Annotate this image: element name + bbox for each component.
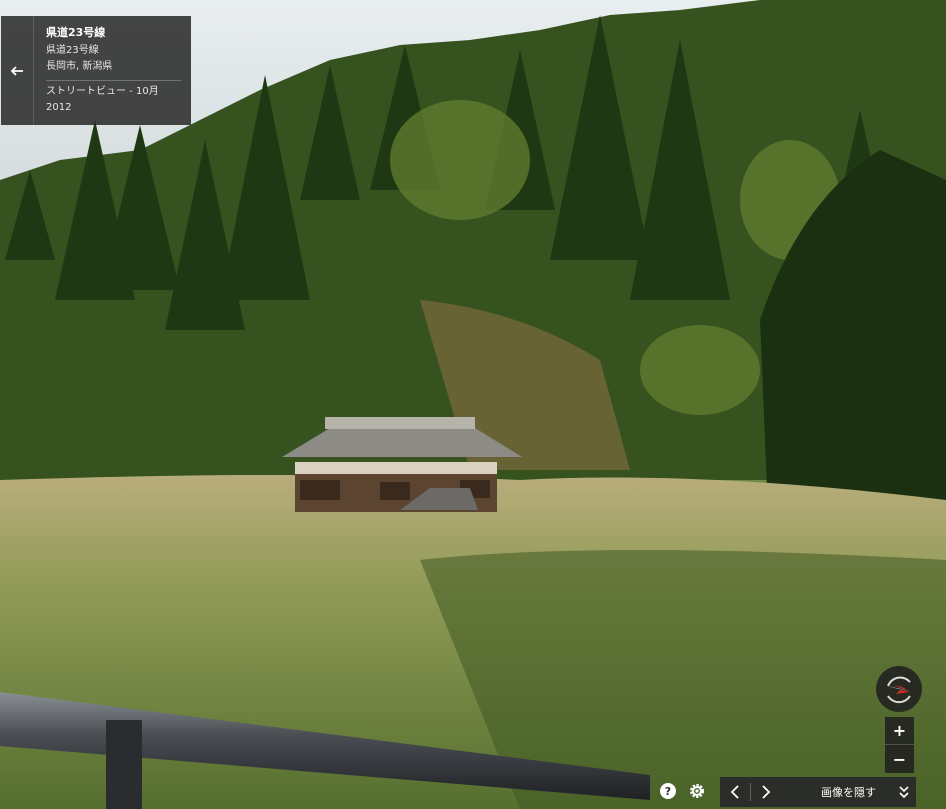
zoom-out-button[interactable]: −	[885, 745, 914, 773]
zoom-control: + −	[885, 717, 914, 773]
zoom-in-button[interactable]: +	[885, 717, 914, 745]
chevron-right-icon	[762, 785, 771, 799]
street-view-viewport[interactable]: 県道23号線 県道23号線 長岡市, 新潟県 ストリートビュー - 10月 20…	[0, 0, 946, 809]
back-arrow-icon	[10, 65, 23, 76]
back-button[interactable]	[1, 16, 34, 125]
hide-images-button[interactable]: 画像を隠す	[821, 784, 876, 800]
location-name: 長岡市, 新潟県	[46, 60, 113, 72]
collapse-button[interactable]	[892, 777, 916, 807]
help-icon[interactable]: ?	[659, 782, 677, 800]
double-chevron-down-icon	[899, 786, 909, 799]
previous-image-button[interactable]	[720, 777, 750, 807]
capture-date: ストリートビュー - 10月 2012	[46, 86, 159, 113]
chevron-left-icon	[730, 785, 739, 799]
svg-text:?: ?	[665, 785, 671, 798]
road-name[interactable]: 県道23号線	[46, 43, 181, 59]
compass-icon	[887, 676, 911, 703]
next-image-button[interactable]	[751, 777, 781, 807]
divider	[46, 80, 181, 82]
location-title: 県道23号線	[46, 26, 106, 39]
bottom-toolbar: 画像を隠す	[720, 777, 916, 807]
location-info-card: 県道23号線 県道23号線 長岡市, 新潟県 ストリートビュー - 10月 20…	[1, 16, 191, 125]
gear-icon[interactable]	[688, 782, 706, 800]
compass-button[interactable]	[876, 666, 922, 712]
